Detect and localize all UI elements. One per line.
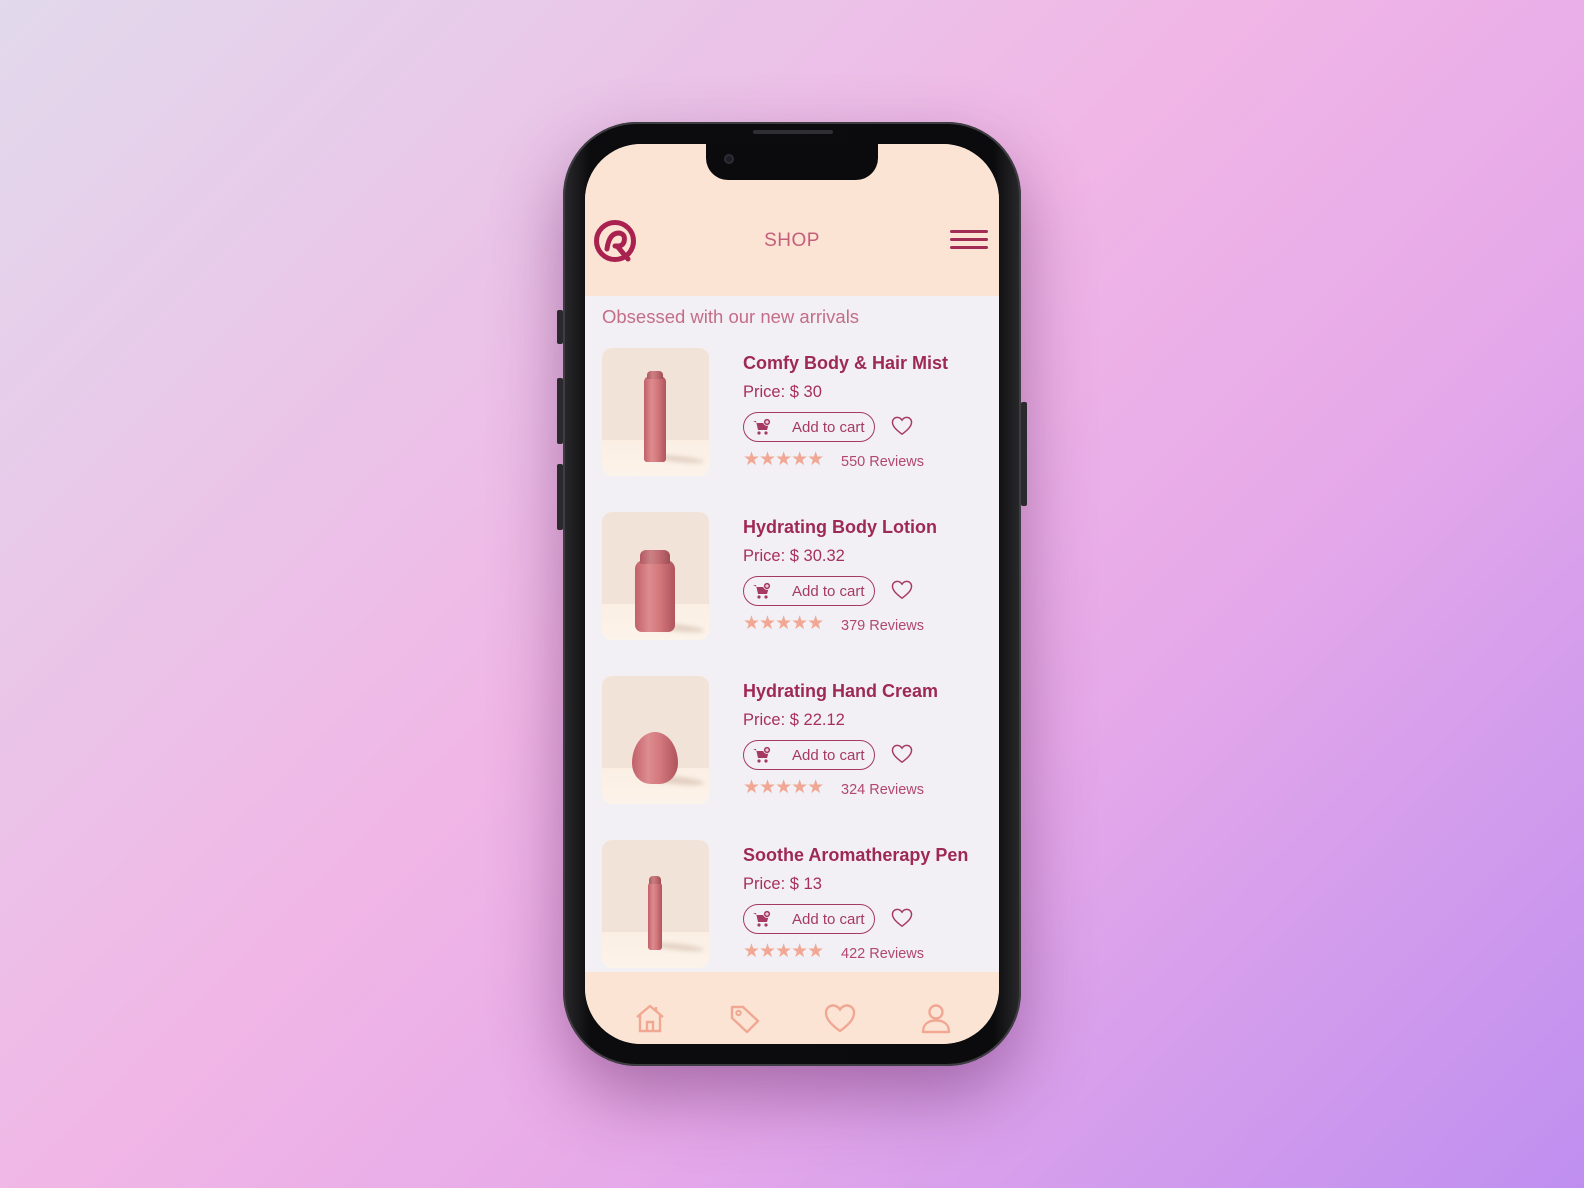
favorite-heart-icon[interactable] bbox=[891, 744, 913, 764]
product-name[interactable]: Hydrating Hand Cream bbox=[743, 681, 938, 702]
favorite-heart-icon[interactable] bbox=[891, 908, 913, 928]
user-icon[interactable] bbox=[919, 1002, 953, 1034]
hamburger-menu-icon[interactable] bbox=[950, 230, 988, 252]
add-to-cart-button[interactable]: Add to cart bbox=[743, 576, 875, 606]
cart-add-icon bbox=[753, 418, 771, 435]
add-to-cart-label: Add to cart bbox=[792, 747, 865, 764]
product-name[interactable]: Comfy Body & Hair Mist bbox=[743, 353, 948, 374]
review-count[interactable]: 422 Reviews bbox=[841, 946, 924, 962]
product-price: Price: $ 30.32 bbox=[743, 547, 845, 565]
favorite-heart-icon[interactable] bbox=[891, 416, 913, 436]
volume-down-button bbox=[557, 464, 563, 530]
product-card[interactable]: Comfy Body & Hair Mist Price: $ 30 Add t… bbox=[585, 348, 999, 478]
app-screen: SHOP Obsessed with our new arrivals Comf… bbox=[585, 144, 999, 1044]
product-image[interactable] bbox=[602, 512, 709, 640]
power-button bbox=[1021, 402, 1027, 506]
star-rating: ★★★★★ bbox=[743, 613, 824, 634]
add-to-cart-button[interactable]: Add to cart bbox=[743, 412, 875, 442]
add-to-cart-label: Add to cart bbox=[792, 583, 865, 600]
silent-switch bbox=[557, 310, 563, 344]
top-speaker bbox=[753, 130, 833, 134]
star-rating: ★★★★★ bbox=[743, 777, 824, 798]
product-price: Price: $ 30 bbox=[743, 383, 822, 401]
product-image[interactable] bbox=[602, 676, 709, 804]
phone-frame: SHOP Obsessed with our new arrivals Comf… bbox=[557, 122, 1027, 1066]
home-icon[interactable] bbox=[633, 1002, 667, 1034]
tag-icon[interactable] bbox=[728, 1002, 762, 1034]
camera-icon bbox=[724, 154, 734, 164]
add-to-cart-label: Add to cart bbox=[792, 419, 865, 436]
star-rating: ★★★★★ bbox=[743, 941, 824, 962]
cart-add-icon bbox=[753, 910, 771, 927]
product-price: Price: $ 13 bbox=[743, 875, 822, 893]
product-card[interactable]: Hydrating Body Lotion Price: $ 30.32 Add… bbox=[585, 512, 999, 642]
product-name[interactable]: Hydrating Body Lotion bbox=[743, 517, 937, 538]
add-to-cart-button[interactable]: Add to cart bbox=[743, 904, 875, 934]
add-to-cart-button[interactable]: Add to cart bbox=[743, 740, 875, 770]
cart-add-icon bbox=[753, 582, 771, 599]
star-rating: ★★★★★ bbox=[743, 449, 824, 470]
heart-icon[interactable] bbox=[823, 1002, 857, 1034]
bottom-tab-bar bbox=[585, 972, 999, 1044]
add-to-cart-label: Add to cart bbox=[792, 911, 865, 928]
review-count[interactable]: 550 Reviews bbox=[841, 454, 924, 470]
product-card[interactable]: Soothe Aromatherapy Pen Price: $ 13 Add … bbox=[585, 840, 999, 970]
product-price: Price: $ 22.12 bbox=[743, 711, 845, 729]
product-card[interactable]: Hydrating Hand Cream Price: $ 22.12 Add … bbox=[585, 676, 999, 806]
page-title: SHOP bbox=[764, 230, 820, 251]
review-count[interactable]: 379 Reviews bbox=[841, 618, 924, 634]
cart-add-icon bbox=[753, 746, 771, 763]
favorite-heart-icon[interactable] bbox=[891, 580, 913, 600]
section-subtitle: Obsessed with our new arrivals bbox=[602, 306, 860, 327]
volume-up-button bbox=[557, 378, 563, 444]
product-name[interactable]: Soothe Aromatherapy Pen bbox=[743, 845, 968, 866]
review-count[interactable]: 324 Reviews bbox=[841, 782, 924, 798]
product-image[interactable] bbox=[602, 840, 709, 968]
notch bbox=[706, 144, 878, 180]
product-image[interactable] bbox=[602, 348, 709, 476]
